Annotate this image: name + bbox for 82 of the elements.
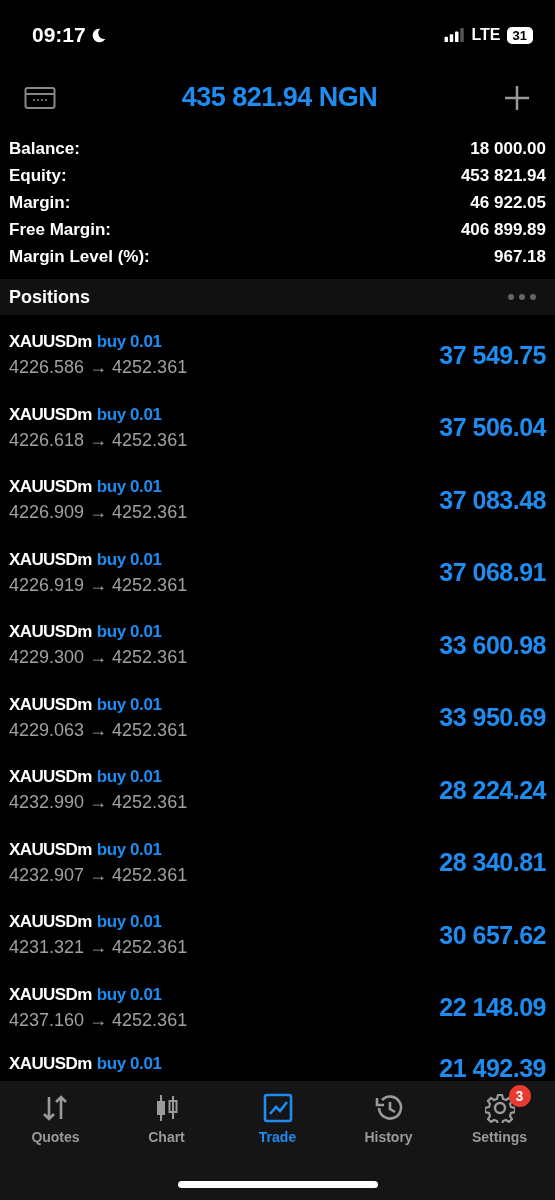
price-range: 4237.160 → 4252.361 (9, 1009, 188, 1031)
position-row[interactable]: XAUUSDm buy 0.01 4232.990 → 4252.361 28 224.24 (0, 754, 555, 827)
profit-value: 37 506.04 (439, 413, 546, 443)
position-row[interactable]: XAUUSDm buy 0.01 4229.300 → 4252.361 33 600.98 (0, 609, 555, 682)
summary-label: Free Margin: (9, 219, 112, 240)
profit-value: 21 492.39 (439, 1054, 546, 1081)
tab-button[interactable]: Chart (116, 1083, 217, 1145)
position-row[interactable]: XAUUSDm buy 0.01 21 492.39 (0, 1044, 555, 1081)
add-icon[interactable] (503, 83, 531, 112)
position-row[interactable]: XAUUSDm buy 0.01 4232.907 → 4252.361 28 340.81 (0, 826, 555, 899)
summary-value: 406 899.89 (460, 219, 546, 240)
price-range: 4226.618 → 4252.361 (9, 429, 188, 451)
account-balance-title: 435 821.94 NGN (181, 82, 378, 113)
symbol-label: XAUUSDm (9, 404, 92, 425)
tab-button[interactable]: History (338, 1083, 439, 1145)
more-icon[interactable] (507, 293, 537, 301)
symbol-label: XAUUSDm (9, 694, 92, 715)
price-range: 4229.063 → 4252.361 (9, 719, 188, 741)
price-range: 4226.919 → 4252.361 (9, 574, 188, 596)
profit-value: 30 657.62 (439, 920, 546, 950)
order-label: buy 0.01 (96, 477, 162, 498)
order-label: buy 0.01 (96, 622, 162, 643)
tab-button[interactable]: Quotes (5, 1083, 106, 1145)
card-icon[interactable] (24, 85, 56, 110)
symbol-label: XAUUSDm (9, 477, 92, 498)
position-row[interactable]: XAUUSDm buy 0.01 4231.321 → 4252.361 30 657.62 (0, 899, 555, 972)
summary-label: Margin Level (%): (9, 246, 150, 267)
summary-value: 18 000.00 (470, 138, 546, 159)
order-label: buy 0.01 (96, 332, 162, 353)
price-range: 4232.907 → 4252.361 (9, 864, 188, 886)
profit-value: 28 224.24 (439, 775, 546, 805)
tab-button[interactable]: 3 Settings (449, 1083, 550, 1145)
profit-value: 33 950.69 (439, 703, 546, 733)
symbol-label: XAUUSDm (9, 767, 92, 788)
position-row[interactable]: XAUUSDm buy 0.01 4226.919 → 4252.361 37 068.91 (0, 536, 555, 609)
history-icon (373, 1093, 404, 1123)
settings-icon (484, 1093, 515, 1123)
position-row[interactable]: XAUUSDm buy 0.01 4229.063 → 4252.361 33 950.69 (0, 681, 555, 754)
summary-label: Margin: (9, 192, 71, 213)
signal-icon (443, 28, 466, 42)
profit-value: 37 068.91 (439, 558, 546, 588)
price-range: 4232.990 → 4252.361 (9, 792, 188, 814)
position-row[interactable]: XAUUSDm buy 0.01 4226.586 → 4252.361 37 549.75 (0, 319, 555, 392)
order-label: buy 0.01 (96, 912, 162, 933)
profit-value: 33 600.98 (439, 630, 546, 660)
price-range: 4226.586 → 4252.361 (9, 357, 188, 379)
symbol-label: XAUUSDm (9, 622, 92, 643)
symbol-label: XAUUSDm (9, 332, 92, 353)
profit-value: 28 340.81 (439, 848, 546, 878)
summary-label: Equity: (9, 165, 67, 186)
position-row[interactable]: XAUUSDm buy 0.01 4226.618 → 4252.361 37 506.04 (0, 391, 555, 464)
battery-level: 31 (506, 26, 533, 44)
order-label: buy 0.01 (96, 404, 162, 425)
network-label: LTE (471, 26, 501, 44)
symbol-label: XAUUSDm (9, 549, 92, 570)
clock-time: 09:17 (32, 23, 86, 47)
order-label: buy 0.01 (96, 839, 162, 860)
price-range: 4229.300 → 4252.361 (9, 647, 188, 669)
order-label: buy 0.01 (96, 767, 162, 788)
summary-value: 453 821.94 (460, 165, 546, 186)
symbol-label: XAUUSDm (9, 839, 92, 860)
price-range: 4231.321 → 4252.361 (9, 937, 188, 959)
section-title: Positions (9, 286, 90, 308)
tab-button[interactable]: Trade (227, 1083, 328, 1145)
symbol-label: XAUUSDm (9, 1054, 92, 1074)
line-chart-icon (262, 1093, 293, 1123)
profit-value: 37 549.75 (439, 340, 546, 370)
symbol-label: XAUUSDm (9, 912, 92, 933)
profit-value: 37 083.48 (439, 485, 546, 515)
order-label: buy 0.01 (96, 984, 162, 1005)
summary-value: 46 922.05 (470, 192, 546, 213)
order-label: buy 0.01 (96, 549, 162, 570)
price-range: 4226.909 → 4252.361 (9, 502, 188, 524)
summary-label: Balance: (9, 138, 80, 159)
notification-badge: 3 (508, 1085, 531, 1107)
position-row[interactable]: XAUUSDm buy 0.01 4226.909 → 4252.361 37 083.48 (0, 464, 555, 537)
position-row[interactable]: XAUUSDm buy 0.01 4237.160 → 4252.361 22 148.09 (0, 971, 555, 1044)
order-label: buy 0.01 (96, 694, 162, 715)
summary-value: 967.18 (494, 246, 546, 267)
symbol-label: XAUUSDm (9, 984, 92, 1005)
order-label: buy 0.01 (96, 1054, 162, 1074)
profit-value: 22 148.09 (439, 993, 546, 1023)
